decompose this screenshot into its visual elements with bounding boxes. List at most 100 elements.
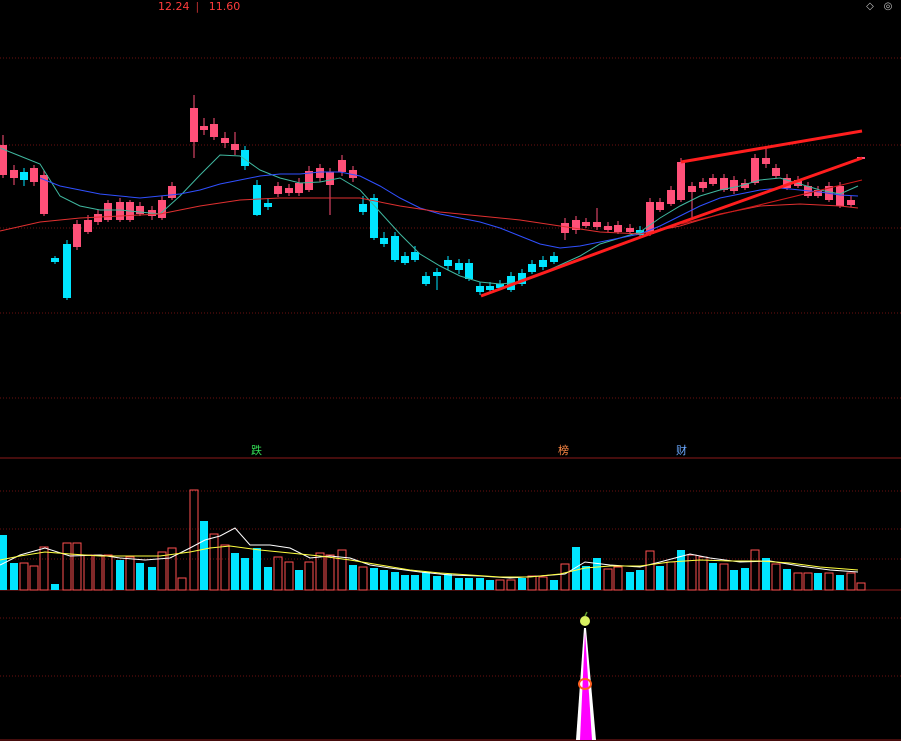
circle-menu-icon[interactable]: ◎ — [882, 1, 894, 13]
volume-bar — [495, 579, 505, 591]
candle-body — [401, 256, 409, 263]
volume-bar — [603, 568, 613, 591]
volume-bar — [315, 552, 325, 591]
diamond-icon[interactable]: ◇ — [864, 1, 876, 13]
volume-bar — [506, 579, 516, 591]
volume-panel — [0, 489, 866, 591]
candle-body — [285, 188, 293, 193]
trend-resistance-line — [680, 129, 863, 164]
volume-bar — [391, 572, 399, 590]
volume-bar — [476, 578, 484, 590]
apple-icon — [580, 616, 590, 626]
volume-bar — [295, 570, 303, 590]
volume-bar — [62, 542, 72, 591]
volume-bar — [241, 558, 249, 590]
volume-bar — [656, 566, 664, 590]
stock-chart-canvas — [0, 57, 901, 741]
volume-bar — [349, 565, 357, 590]
volume-bar — [783, 569, 791, 590]
price-range-header: 12.24 | 11.60 — [158, 0, 246, 14]
volume-bar — [304, 561, 314, 591]
candle-body — [455, 263, 463, 270]
candle-body — [550, 256, 558, 262]
candle-body — [264, 203, 272, 207]
candle-body — [688, 186, 696, 192]
price-low: 11.60 — [208, 0, 241, 13]
candle-body — [316, 168, 324, 178]
candle-body — [604, 226, 612, 230]
candle-body — [73, 224, 81, 247]
candle-body — [116, 202, 124, 220]
volume-bar — [231, 553, 239, 590]
candle-body — [677, 162, 685, 200]
candle-body — [51, 258, 59, 262]
volume-average-line — [0, 527, 859, 579]
candle-body — [274, 186, 282, 194]
volume-bar — [836, 575, 844, 590]
candle-body — [772, 168, 780, 176]
candle-body — [422, 276, 430, 284]
volume-bar — [856, 582, 866, 591]
candle-body — [359, 204, 367, 212]
candle-body — [380, 238, 388, 244]
candle-body — [847, 200, 855, 205]
candle-body — [444, 260, 452, 266]
candle-body — [539, 260, 547, 267]
candle-body — [10, 170, 18, 178]
candle-body — [476, 286, 484, 292]
volume-bar — [125, 556, 135, 591]
candlestick-panel — [0, 95, 865, 300]
volume-bar — [486, 580, 494, 590]
candle-body — [836, 186, 844, 206]
candle-body — [528, 264, 536, 272]
volume-bar — [582, 566, 590, 590]
candle-body — [762, 158, 770, 164]
candle-body — [593, 222, 601, 227]
candle-body — [221, 138, 229, 143]
volume-bar — [148, 567, 156, 590]
volume-bar — [560, 563, 570, 591]
volume-bar — [666, 561, 676, 591]
volume-bar — [220, 544, 230, 591]
event-tag-finance[interactable]: 财 — [676, 444, 687, 457]
volume-bar — [380, 570, 388, 590]
candle-body — [326, 172, 334, 185]
candle-body — [338, 160, 346, 172]
volume-bar — [762, 558, 770, 590]
candle-body — [253, 185, 261, 215]
candle-body — [158, 200, 166, 218]
candle-body — [656, 202, 664, 210]
volume-bar — [189, 489, 199, 591]
volume-bar — [136, 563, 144, 590]
volume-bar — [636, 570, 644, 590]
candle-body — [136, 206, 144, 214]
volume-bar — [103, 554, 113, 591]
volume-bar — [433, 576, 441, 590]
candle-body — [433, 272, 441, 276]
candle-body — [20, 172, 28, 180]
volume-bar — [645, 550, 655, 591]
volume-bar — [814, 573, 822, 590]
event-tag-drop[interactable]: 跌 — [251, 444, 262, 457]
volume-bar — [527, 575, 537, 591]
event-tag-rank[interactable]: 榜 — [558, 444, 569, 457]
volume-bar — [19, 562, 29, 591]
candle-body — [391, 236, 399, 260]
volume-bar — [325, 554, 335, 591]
volume-bar — [803, 572, 813, 591]
candle-body — [411, 252, 419, 260]
candle-body — [190, 108, 198, 142]
volume-bar — [824, 572, 834, 591]
volume-bar — [337, 549, 347, 591]
volume-bar — [200, 521, 208, 590]
candle-body — [104, 203, 112, 220]
candle-body — [730, 180, 738, 191]
candle-body — [486, 286, 494, 290]
volume-bar — [550, 580, 558, 590]
volume-bar — [465, 578, 473, 590]
moving-average-lines — [0, 147, 859, 285]
volume-bar — [444, 574, 452, 590]
candle-body — [94, 214, 102, 222]
volume-bar — [157, 551, 167, 591]
volume-bar — [39, 546, 49, 591]
